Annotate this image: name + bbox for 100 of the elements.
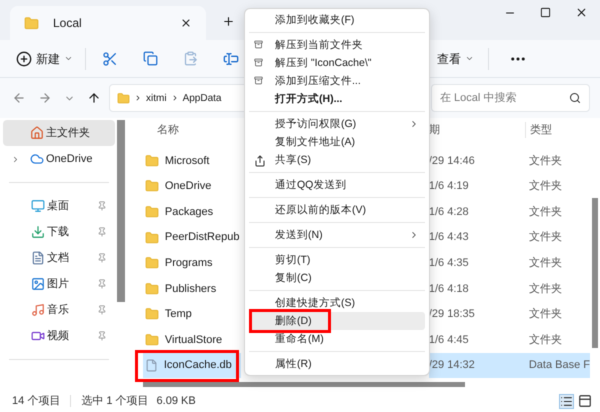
sidebar-scrollbar[interactable] [117,120,125,302]
forward-icon[interactable] [38,91,52,105]
file-name-cell[interactable]: Publishers [142,276,241,302]
horizontal-scrollbar[interactable] [142,382,465,388]
up-icon[interactable] [87,91,101,105]
rename-icon[interactable] [223,50,239,66]
view-button[interactable]: 查看 [437,50,474,68]
type-cell-text: 文件夹 [528,178,563,194]
chevron-down-icon [465,54,474,63]
menu-item[interactable]: 共享(S) [249,151,425,169]
type-cell-text: 文件夹 [528,204,563,220]
menu-item[interactable]: 发送到(N) [249,226,425,244]
menu-item[interactable]: 添加到收藏夹(F) [249,11,425,29]
file-name-cell[interactable]: VirtualStore [142,327,241,353]
menu-item[interactable]: 授予访问权限(G) [249,115,425,133]
type-cell-text: 文件夹 [528,282,563,297]
type-cell-text: 文件夹 [528,332,563,348]
share-icon [254,155,266,167]
preview-view-icon[interactable] [578,394,592,408]
folder-icon [144,230,159,245]
file-icon [144,359,158,372]
date-cell-text: 1/6 4:19 [428,179,470,194]
close-tab-icon[interactable] [180,17,192,29]
pin-icon [97,331,108,341]
file-name-cell[interactable]: Packages [142,199,241,225]
new-tab-icon[interactable] [222,15,235,28]
sidebar-item[interactable]: 下载 [3,219,116,245]
new-button[interactable]: 新建 [16,50,73,68]
archive-icon [254,58,263,67]
vertical-scrollbar[interactable] [592,198,598,348]
pin-icon [97,279,108,289]
breadcrumb[interactable]: AppData [182,90,222,106]
file-name-cell[interactable]: Temp [142,302,241,328]
close-icon[interactable] [575,6,588,19]
archive-icon [254,40,263,49]
file-name-cell[interactable]: Microsoft [142,148,241,174]
copy-icon[interactable] [143,51,158,66]
folder-icon [24,16,39,30]
details-view-icon[interactable] [559,394,574,408]
selection-size: 6.09 KB [156,394,196,409]
menu-item[interactable]: 创建快捷方式(S) [249,294,425,312]
pin-icon [97,201,108,211]
monitor-icon [31,199,45,213]
sidebar-item[interactable]: 图片 [3,271,116,297]
type-cell-text: 文件夹 [528,256,563,271]
document-icon [31,251,45,265]
type-cell-text: 文件夹 [528,154,563,169]
music-icon [31,303,45,317]
date-cell-text: 1/6 4:45 [428,332,470,348]
date-cell-text: 1/6 4:43 [428,230,470,246]
folder-icon [117,92,130,104]
scissors-icon[interactable] [102,50,118,66]
column-header[interactable]: 类型 [524,122,552,138]
file-name-cell[interactable]: OneDrive [142,174,241,200]
menu-item[interactable]: 通过QQ发送到 [249,176,425,194]
menu-item[interactable]: 还原以前的版本(V) [249,201,425,219]
menu-item[interactable]: 解压到 "IconCache\" [249,54,425,72]
sidebar-item[interactable]: 文档 [3,245,116,271]
date-cell-text: 1/6 4:18 [428,282,470,297]
file-name-cell[interactable]: Programs [142,250,241,276]
menu-item[interactable]: 删除(D) [249,312,425,330]
file-name-cell[interactable]: PeerDistRepub [142,224,241,250]
file-name-cell[interactable]: IconCache.db [142,352,241,378]
menu-item[interactable]: 复制文件地址(A) [249,133,425,151]
menu-item[interactable]: 解压到当前文件夹 [249,36,425,54]
sidebar-item[interactable]: 桌面 [3,193,116,219]
folder-icon [144,179,159,194]
breadcrumb[interactable]: xitmi [146,90,167,106]
menu-item[interactable]: 打开方式(H)... [249,90,425,108]
pin-icon [97,253,108,263]
tab[interactable]: Local [10,6,206,40]
sidebar-item[interactable]: OneDrive [3,146,116,172]
chevron-right-icon[interactable] [11,154,20,164]
back-icon[interactable] [12,91,26,105]
image-icon [31,277,45,291]
sidebar-item[interactable]: 音乐 [3,297,116,323]
folder-icon [144,204,159,219]
sidebar-item[interactable]: 视频 [3,323,116,349]
chevron-down-icon [64,54,73,63]
type-cell: Data Base F [524,352,590,378]
column-header[interactable]: 名称 [142,122,241,138]
menu-item[interactable]: 添加到压缩文件... [249,72,425,90]
download-icon [31,225,45,239]
menu-item[interactable]: 复制(C) [249,269,425,287]
chevron-right-icon [134,94,142,102]
cloud-icon [30,152,44,166]
search-icon [569,92,581,104]
menu-item[interactable]: 重命名(M) [249,330,425,348]
menu-item[interactable]: 剪切(T) [249,251,425,269]
search-field[interactable]: 在 Local 中搜索 [431,84,590,112]
folder-icon [144,332,159,347]
menu-item[interactable]: 属性(R) [249,355,425,373]
type-cell-text: 文件夹 [528,230,563,246]
sidebar-item[interactable]: 主文件夹 [3,120,116,146]
type-cell-text: 文件夹 [528,306,563,322]
column-header[interactable]: 期 [428,122,525,138]
video-icon [31,329,45,343]
folder-icon [144,154,159,168]
archive-icon [254,76,263,85]
maximize-icon[interactable] [540,7,551,18]
